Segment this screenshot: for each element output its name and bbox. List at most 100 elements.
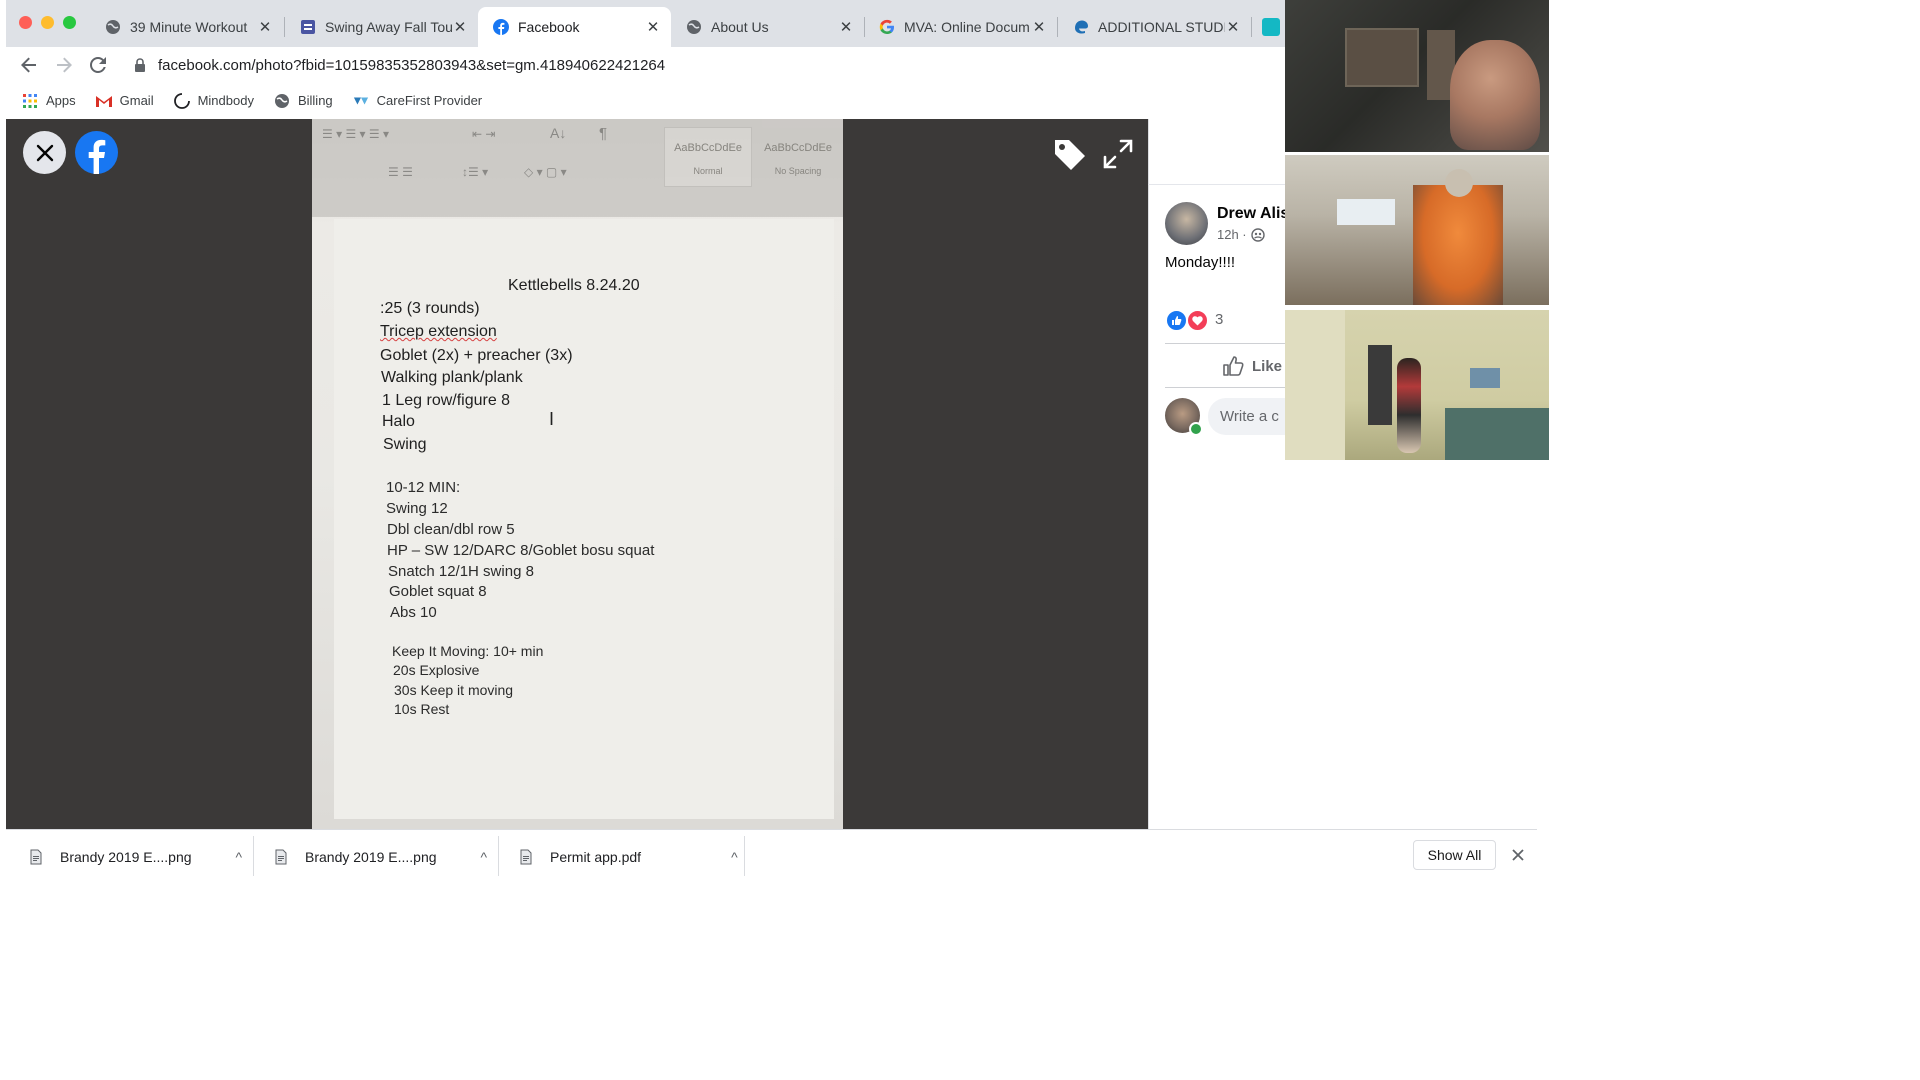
doc-line: Swing <box>383 436 427 453</box>
online-status-icon <box>1189 422 1203 436</box>
forward-icon[interactable] <box>54 55 74 75</box>
tab-close-icon[interactable]: ✕ <box>452 18 468 36</box>
tab-mva-online-docum[interactable]: MVA: Online Docum ✕ <box>864 7 1057 47</box>
doc-line: 20s Explosive <box>393 662 480 678</box>
doc-title: Kettlebells 8.24.20 <box>508 277 640 294</box>
participant-head <box>1445 169 1473 197</box>
doc-line: Keep It Moving: 10+ min <box>392 643 544 659</box>
bookmark-carefirst-provider[interactable]: CareFirst Provider <box>353 93 482 109</box>
bed <box>1445 408 1549 460</box>
like-button[interactable]: Like <box>1222 353 1282 379</box>
text-cursor-icon: I <box>549 409 555 429</box>
wall-frame <box>1345 28 1419 87</box>
forms-icon <box>299 18 317 36</box>
participant-figure <box>1413 185 1503 305</box>
participant-figure <box>1450 40 1540 150</box>
photo-image: ☰ ▾ ☰ ▾ ☰ ▾ ⇤ ⇥ A↓ ¶ ☰ ☰ ↕☰ ▾ ◇ ▾ ▢ ▾ Aa… <box>312 119 843 829</box>
tab-additional-studi[interactable]: ADDITIONAL STUDI ✕ <box>1058 7 1251 47</box>
window-zoom-button[interactable] <box>63 16 76 29</box>
window-light <box>1337 199 1395 225</box>
sort-icon: A↓ <box>550 125 567 141</box>
screen-edge <box>1549 0 1568 882</box>
doc-line: Goblet (2x) + preacher (3x) <box>380 347 573 364</box>
show-all-button[interactable]: Show All <box>1413 840 1496 870</box>
reaction-count[interactable]: 3 <box>1215 311 1223 328</box>
chevron-up-icon[interactable]: ^ <box>481 849 488 865</box>
lock-icon <box>134 58 146 72</box>
grammarly-tab-icon[interactable] <box>1262 18 1280 36</box>
align-icon: ☰ ☰ <box>388 165 413 179</box>
globe-icon <box>104 18 122 36</box>
post-text: Monday!!!! <box>1165 254 1236 271</box>
pilcrow-icon: ¶ <box>599 125 608 142</box>
doc-line: HP – SW 12/DARC 8/Goblet bosu squat <box>387 542 655 559</box>
reload-icon[interactable] <box>88 55 108 75</box>
bookmark-mindbody[interactable]: Mindbody <box>173 92 254 109</box>
url-text: facebook.com/photo?fbid=1015983535280394… <box>158 56 666 74</box>
globe-icon <box>274 93 290 109</box>
tab-close-icon[interactable]: ✕ <box>838 18 854 36</box>
window-close-button[interactable] <box>19 16 32 29</box>
carefirst-icon <box>353 93 369 109</box>
apps-grid-icon <box>22 93 38 109</box>
like-reaction-icon[interactable] <box>1166 310 1187 331</box>
doc-line: Goblet squat 8 <box>389 583 487 600</box>
style-normal: AaBbCcDdEe Normal <box>664 127 752 187</box>
author-avatar[interactable] <box>1165 202 1208 245</box>
participant-figure <box>1397 358 1421 453</box>
tag-icon[interactable] <box>1052 137 1088 171</box>
tab-39-minute-workout[interactable]: 39 Minute Workout ✕ <box>90 7 283 47</box>
video-participant-3[interactable] <box>1285 310 1549 460</box>
bookmark-apps[interactable]: Apps <box>22 93 76 109</box>
indent-icon: ⇤ ⇥ <box>472 127 496 141</box>
address-bar[interactable]: facebook.com/photo?fbid=1015983535280394… <box>128 52 1285 78</box>
tab-facebook[interactable]: Facebook ✕ <box>478 7 671 47</box>
doc-line: 10s Rest <box>394 701 450 717</box>
doc-line: Dbl clean/dbl row 5 <box>387 521 515 538</box>
line-spacing-icon: ↕☰ ▾ <box>462 165 489 179</box>
author-name[interactable]: Drew Alis <box>1217 205 1289 223</box>
doc-line: 10-12 MIN: <box>386 479 461 496</box>
tab-close-icon[interactable]: ✕ <box>1031 18 1047 36</box>
window-minimize-button[interactable] <box>41 16 54 29</box>
tab-close-icon[interactable]: ✕ <box>645 18 661 36</box>
bullets-icon: ☰ ▾ ☰ ▾ ☰ ▾ <box>322 127 390 141</box>
download-item[interactable]: Brandy 2019 E....png ^ <box>30 843 242 871</box>
doc-line: Halo <box>382 413 415 430</box>
bookmark-billing[interactable]: Billing <box>274 93 333 109</box>
back-icon[interactable] <box>19 55 39 75</box>
chevron-up-icon[interactable]: ^ <box>731 849 738 865</box>
fullscreen-icon[interactable] <box>1102 138 1134 170</box>
gmail-icon <box>95 93 112 109</box>
doorway <box>1368 345 1392 425</box>
download-item[interactable]: Permit app.pdf ^ <box>520 843 738 871</box>
video-participant-2[interactable] <box>1285 155 1549 305</box>
close-icon[interactable] <box>1508 845 1528 865</box>
tab-about-us[interactable]: About Us ✕ <box>671 7 864 47</box>
tab-close-icon[interactable]: ✕ <box>1225 18 1241 36</box>
divider <box>498 836 499 876</box>
doc-line: Swing 12 <box>386 500 448 517</box>
video-participant-1[interactable] <box>1285 0 1549 152</box>
wall-picture <box>1470 368 1500 388</box>
doc-line: 1 Leg row/figure 8 <box>382 392 511 409</box>
chevron-up-icon[interactable]: ^ <box>236 849 243 865</box>
divider <box>253 836 254 876</box>
doc-line: 30s Keep it moving <box>394 682 514 698</box>
audience-icon <box>1250 227 1265 242</box>
facebook-icon <box>88 139 106 174</box>
doc-line: Snatch 12/1H swing 8 <box>388 563 534 580</box>
post-timestamp[interactable]: 12h · <box>1217 227 1265 242</box>
word-ribbon: ☰ ▾ ☰ ▾ ☰ ▾ ⇤ ⇥ A↓ ¶ ☰ ☰ ↕☰ ▾ ◇ ▾ ▢ ▾ Aa… <box>312 119 843 217</box>
tab-swing-away[interactable]: Swing Away Fall Tou ✕ <box>285 7 478 47</box>
download-item[interactable]: Brandy 2019 E....png ^ <box>275 843 487 871</box>
close-viewer-button[interactable] <box>23 131 66 174</box>
file-icon <box>30 849 42 865</box>
thumbs-up-icon <box>1223 356 1244 376</box>
love-reaction-icon[interactable] <box>1187 310 1208 331</box>
doc-line: Walking plank/plank <box>381 369 523 386</box>
facebook-logo-button[interactable] <box>75 131 118 174</box>
tab-close-icon[interactable]: ✕ <box>257 18 273 36</box>
mindbody-icon <box>173 92 190 109</box>
bookmark-gmail[interactable]: Gmail <box>95 93 154 109</box>
